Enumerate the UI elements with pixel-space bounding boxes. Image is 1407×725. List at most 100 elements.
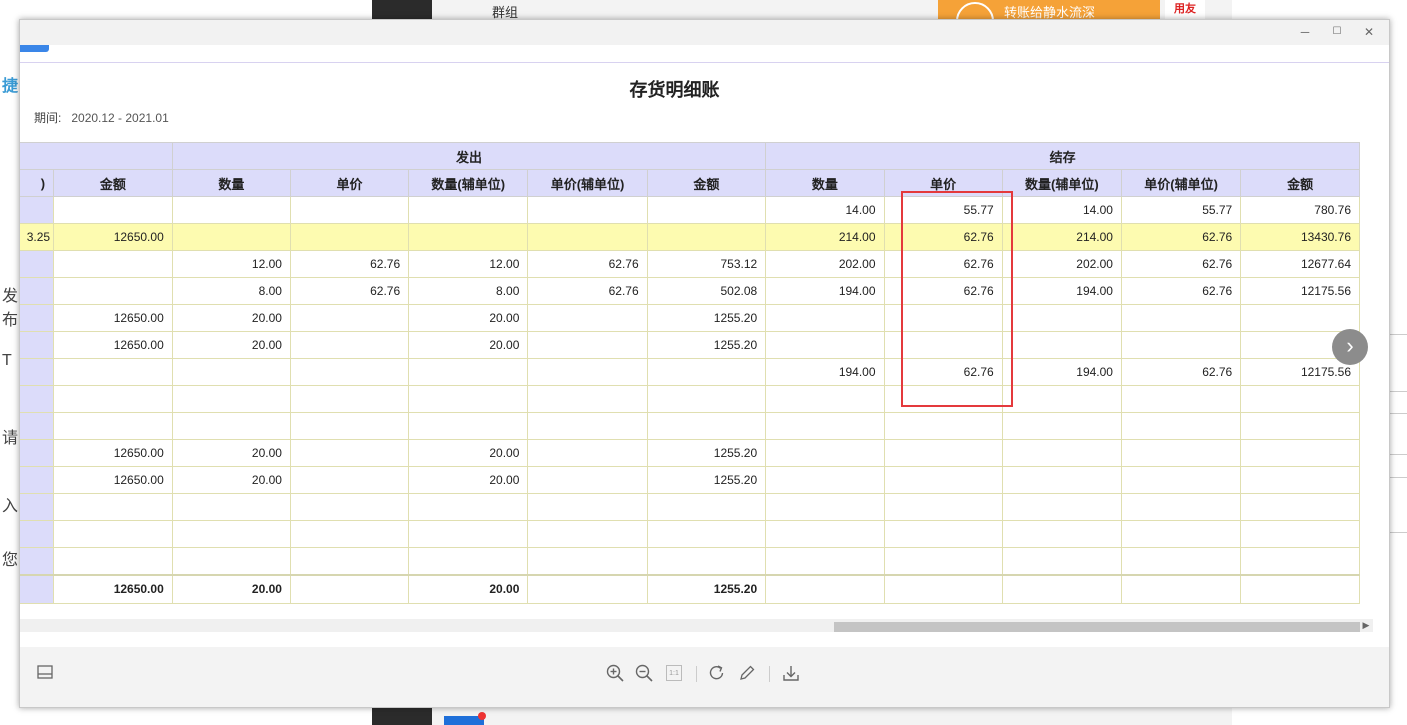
table-cell: 1255.20	[646, 304, 767, 332]
toolbar-separator	[769, 666, 770, 682]
column-header: 单价(辅单位)	[1120, 169, 1242, 197]
table-cell	[527, 304, 648, 332]
table-cell	[1001, 385, 1122, 413]
table-row	[20, 493, 1360, 521]
rotate-icon[interactable]	[706, 663, 728, 685]
edit-icon[interactable]	[736, 663, 758, 685]
table-cell	[289, 196, 410, 224]
table-cell	[646, 493, 767, 521]
table-cell: 62.76	[289, 250, 410, 278]
ledger-table-viewport[interactable]: 发出 结存 ) 金额 数量 单价 数量(辅单位) 单价(辅单位) 金额 数量 单…	[20, 142, 1375, 620]
table-cell	[53, 196, 173, 224]
table-cell: 12650.00	[53, 223, 173, 251]
minimize-button[interactable]: ─	[1297, 24, 1313, 40]
table-cell	[883, 547, 1003, 575]
bg-fragment: 入	[2, 498, 19, 515]
table-cell	[765, 331, 885, 359]
download-icon[interactable]	[780, 663, 802, 685]
table-cell: 62.76	[883, 358, 1003, 386]
table-cell	[408, 412, 529, 440]
total-cell	[883, 573, 1003, 604]
table-cell	[289, 493, 410, 521]
table-cell	[1120, 547, 1242, 575]
group-header-row: 发出 结存	[20, 142, 1360, 170]
table-row: 12650.00 20.00 20.00 1255.20	[20, 304, 1360, 332]
table-cell	[1001, 520, 1122, 548]
total-cell: 1255.20	[646, 573, 767, 604]
divider	[20, 62, 1389, 63]
table-cell	[1240, 385, 1360, 413]
table-cell	[1120, 385, 1242, 413]
horizontal-scrollbar[interactable]: ▶	[20, 619, 1373, 632]
table-row: 14.00 55.77 14.00 55.77 780.76	[20, 196, 1360, 224]
scroll-right-arrow-icon[interactable]: ▶	[1359, 619, 1373, 632]
zoom-in-icon[interactable]	[604, 663, 626, 685]
column-header: 数量(辅单位)	[408, 169, 529, 197]
column-header: 数量	[765, 169, 885, 197]
table-cell	[527, 412, 648, 440]
table-cell	[1240, 412, 1360, 440]
table-cell	[171, 547, 291, 575]
table-cell	[1120, 439, 1242, 467]
table-cell: 12650.00	[53, 466, 173, 494]
table-cell	[527, 547, 648, 575]
bg-notification-dot	[478, 712, 486, 720]
table-cell: 62.76	[527, 277, 648, 305]
table-cell	[765, 520, 885, 548]
table-cell	[883, 331, 1003, 359]
table-cell	[20, 547, 55, 575]
table-cell	[646, 223, 767, 251]
table-cell	[1240, 520, 1360, 548]
table-cell	[883, 466, 1003, 494]
table-cell: 13430.76	[1240, 223, 1360, 251]
total-cell	[20, 573, 55, 604]
bg-avatar	[372, 706, 432, 725]
group-header-balance: 结存	[765, 142, 1360, 170]
bg-fragment: T	[2, 352, 12, 369]
total-cell: 20.00	[171, 573, 291, 604]
table-cell: 12650.00	[53, 439, 173, 467]
actual-size-button[interactable]: 1:1	[666, 665, 682, 681]
total-cell	[1240, 573, 1360, 604]
close-button[interactable]: ✕	[1361, 24, 1377, 40]
table-cell: 194.00	[1001, 358, 1122, 386]
table-cell	[765, 385, 885, 413]
table-cell: 20.00	[408, 331, 529, 359]
table-row: 194.00 62.76 194.00 62.76 12175.56	[20, 358, 1360, 386]
period-value: 2020.12 - 2021.01	[71, 111, 169, 125]
table-cell	[171, 223, 291, 251]
table-cell: 62.76	[527, 250, 648, 278]
scrollbar-thumb[interactable]	[834, 622, 1360, 632]
table-cell	[527, 196, 648, 224]
column-header: 数量	[171, 169, 291, 197]
table-cell	[765, 466, 885, 494]
table-cell: 20.00	[171, 304, 291, 332]
table-cell: 55.77	[883, 196, 1003, 224]
table-cell: 753.12	[646, 250, 767, 278]
table-cell	[408, 385, 529, 413]
table-cell	[1240, 493, 1360, 521]
table-cell	[53, 520, 173, 548]
table-cell: 55.77	[1120, 196, 1242, 224]
table-cell	[408, 493, 529, 521]
table-cell	[527, 520, 648, 548]
table-cell: 62.76	[289, 277, 410, 305]
blue-tab-indicator	[20, 45, 49, 52]
column-header: 单价	[289, 169, 410, 197]
inventory-ledger-table: 发出 结存 ) 金额 数量 单价 数量(辅单位) 单价(辅单位) 金额 数量 单…	[20, 142, 1360, 604]
maximize-button[interactable]: ☐	[1329, 24, 1345, 40]
table-cell: 62.76	[1120, 358, 1242, 386]
next-page-button[interactable]: ›	[1332, 329, 1368, 365]
table-cell: 12650.00	[53, 304, 173, 332]
table-cell: 20.00	[408, 304, 529, 332]
table-cell: 3.25	[20, 223, 55, 251]
table-cell	[289, 520, 410, 548]
layout-icon[interactable]	[34, 663, 56, 685]
table-cell	[289, 358, 410, 386]
zoom-out-icon[interactable]	[633, 663, 655, 685]
table-row	[20, 412, 1360, 440]
table-cell: 12175.56	[1240, 277, 1360, 305]
table-cell	[646, 547, 767, 575]
column-header: 数量(辅单位)	[1001, 169, 1122, 197]
table-row	[20, 547, 1360, 575]
